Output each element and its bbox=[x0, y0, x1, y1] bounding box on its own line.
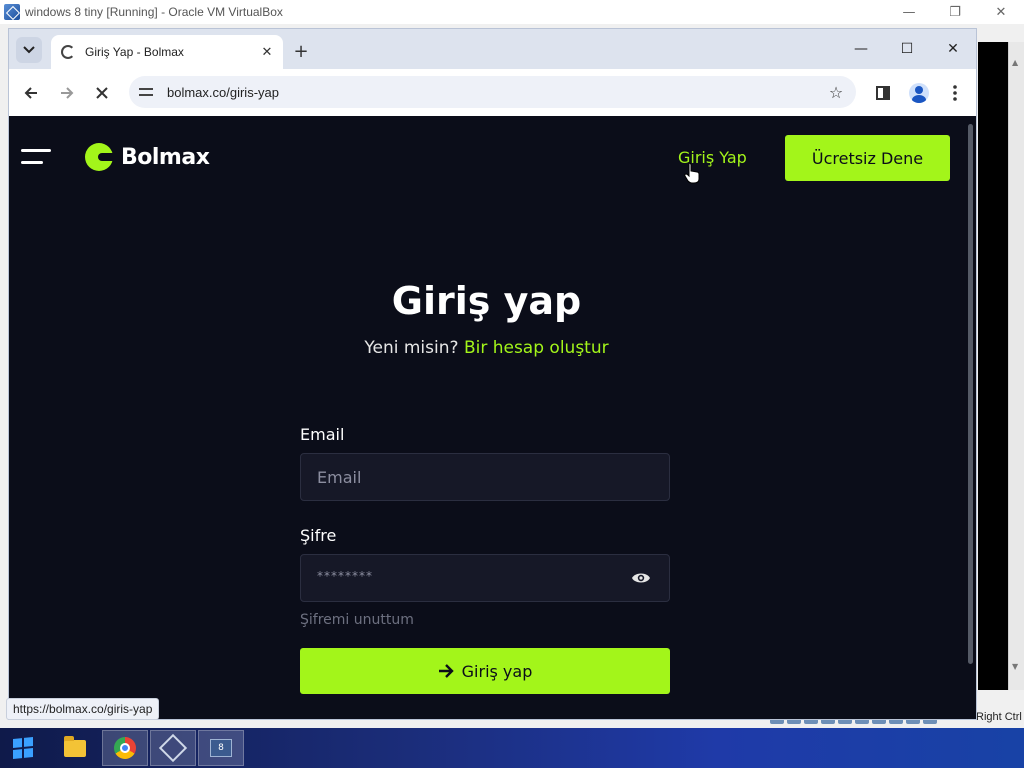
tab-search-button[interactable] bbox=[16, 37, 42, 63]
windows-logo-icon bbox=[13, 736, 33, 760]
stop-icon bbox=[96, 87, 108, 99]
vbox-window-title: windows 8 tiny [Running] - Oracle VM Vir… bbox=[25, 5, 283, 19]
windows-taskbar: 8 bbox=[0, 728, 1024, 768]
signup-link[interactable]: Bir hesap oluştur bbox=[464, 338, 609, 358]
url-text[interactable]: bolmax.co/giris-yap bbox=[167, 85, 822, 100]
loading-favicon-icon bbox=[61, 45, 75, 59]
vm-screen-edge bbox=[978, 42, 1008, 690]
tab-title: Giriş Yap - Bolmax bbox=[85, 45, 184, 59]
brand-name: Bolmax bbox=[121, 144, 210, 170]
email-field-container bbox=[300, 453, 670, 501]
link-hover-status: https://bolmax.co/giris-yap bbox=[6, 698, 160, 720]
taskbar-virtualbox[interactable] bbox=[150, 730, 196, 766]
chrome-window: Giriş Yap - Bolmax ✕ + — ☐ ✕ bolmax.co/g… bbox=[8, 28, 977, 720]
taskbar-file-explorer[interactable] bbox=[52, 730, 98, 766]
side-panel-icon bbox=[876, 86, 890, 100]
chrome-window-controls: — ☐ ✕ bbox=[838, 29, 976, 69]
login-submit-label: Giriş yap bbox=[461, 661, 533, 681]
page-title: Giriş yap bbox=[391, 279, 582, 323]
vbox-window-controls: — ❐ ✕ bbox=[886, 0, 1024, 24]
taskbar-vm-window[interactable]: 8 bbox=[198, 730, 244, 766]
stop-loading-button[interactable] bbox=[89, 80, 115, 106]
eye-icon[interactable] bbox=[631, 571, 651, 585]
bookmark-star-icon[interactable]: ☆ bbox=[822, 78, 850, 106]
arrow-left-icon bbox=[24, 87, 37, 99]
taskbar-chrome[interactable] bbox=[102, 730, 148, 766]
vbox-close-button[interactable]: ✕ bbox=[978, 0, 1024, 24]
address-bar[interactable]: bolmax.co/giris-yap ☆ bbox=[129, 76, 856, 108]
forgot-password-link[interactable]: Şifremi unuttum bbox=[300, 612, 414, 628]
tab-strip: Giriş Yap - Bolmax ✕ + — ☐ ✕ bbox=[9, 29, 976, 69]
profile-button[interactable] bbox=[906, 80, 932, 106]
scroll-up-icon[interactable]: ▲ bbox=[1012, 58, 1018, 67]
folder-icon bbox=[64, 735, 86, 757]
tab-active[interactable]: Giriş Yap - Bolmax ✕ bbox=[51, 35, 283, 69]
signup-prompt: Yeni misin? Bir hesap oluştur bbox=[9, 338, 964, 358]
virtualbox-cube-icon bbox=[158, 733, 188, 763]
chrome-close-button[interactable]: ✕ bbox=[930, 29, 976, 69]
password-label: Şifre bbox=[300, 526, 337, 545]
vbox-minimize-button[interactable]: — bbox=[886, 0, 932, 24]
chrome-maximize-button[interactable]: ☐ bbox=[884, 29, 930, 69]
email-field[interactable] bbox=[301, 454, 669, 500]
virtualbox-icon bbox=[4, 4, 20, 20]
forward-button[interactable] bbox=[54, 80, 80, 106]
hand-cursor-icon bbox=[684, 162, 700, 184]
login-submit-button[interactable]: Giriş yap bbox=[300, 648, 670, 694]
vbox-restore-button[interactable]: ❐ bbox=[932, 0, 978, 24]
vm-vertical-scrollbar[interactable]: ▲ ▼ bbox=[1008, 42, 1024, 690]
chrome-menu-button[interactable] bbox=[942, 80, 968, 106]
host-key-label: Right Ctrl bbox=[976, 711, 1022, 723]
page-content: Bolmax Giriş Yap Ücretsiz Dene Giriş yap… bbox=[9, 116, 976, 719]
start-button[interactable] bbox=[0, 730, 46, 766]
brand-logo[interactable]: Bolmax bbox=[85, 143, 210, 171]
site-info-icon[interactable] bbox=[139, 84, 155, 100]
tab-close-icon[interactable]: ✕ bbox=[257, 42, 277, 62]
browser-toolbar: bolmax.co/giris-yap ☆ bbox=[9, 69, 976, 116]
hamburger-menu-icon[interactable] bbox=[21, 149, 51, 167]
vm-window-icon: 8 bbox=[210, 739, 232, 757]
arrow-right-icon bbox=[438, 664, 454, 678]
bolmax-logo-icon bbox=[85, 143, 114, 171]
kebab-menu-icon bbox=[953, 85, 957, 101]
side-panel-button[interactable] bbox=[870, 80, 896, 106]
vbox-titlebar: windows 8 tiny [Running] - Oracle VM Vir… bbox=[0, 0, 1024, 24]
chrome-icon bbox=[114, 737, 136, 759]
arrow-right-icon bbox=[61, 87, 74, 99]
signup-prompt-text: Yeni misin? bbox=[364, 338, 459, 358]
email-label: Email bbox=[300, 425, 345, 444]
back-button[interactable] bbox=[18, 80, 44, 106]
chrome-minimize-button[interactable]: — bbox=[838, 29, 884, 69]
chevron-down-icon bbox=[23, 46, 35, 54]
new-tab-button[interactable]: + bbox=[289, 39, 313, 63]
password-field[interactable]: ******** bbox=[300, 554, 670, 602]
page-scrollbar[interactable] bbox=[968, 124, 973, 664]
free-trial-button[interactable]: Ücretsiz Dene bbox=[785, 135, 950, 181]
password-masked-value: ******** bbox=[317, 569, 373, 583]
scroll-down-icon[interactable]: ▼ bbox=[1012, 662, 1018, 671]
profile-avatar-icon bbox=[909, 83, 929, 103]
